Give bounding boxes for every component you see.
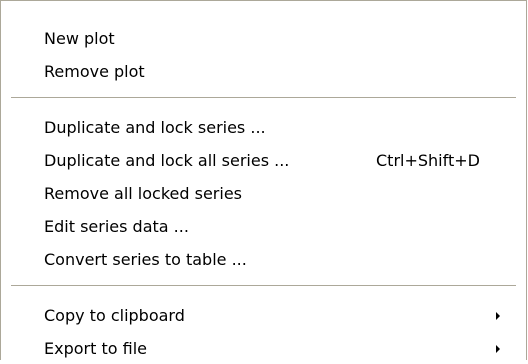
menu-item-copy-to-clipboard[interactable]: Copy to clipboard	[1, 301, 526, 331]
menu-item-label: Edit series data ...	[44, 217, 189, 236]
menu-item-label: Export to file	[44, 339, 147, 358]
menu-separator	[11, 285, 516, 287]
menu-item-export-to-file[interactable]: Export to file	[1, 334, 526, 364]
menu-item-duplicate-lock-series[interactable]: Duplicate and lock series ...	[1, 113, 526, 143]
menu-item-remove-locked-series[interactable]: Remove all locked series	[1, 179, 526, 209]
menu-item-label: Copy to clipboard	[44, 306, 185, 325]
menu-item-shortcut: Ctrl+Shift+D	[376, 151, 480, 170]
menu-item-edit-series-data[interactable]: Edit series data ...	[1, 212, 526, 242]
menu-item-label: Remove plot	[44, 62, 145, 81]
context-menu: New plot Remove plot Duplicate and lock …	[0, 0, 527, 360]
menu-item-convert-series-table[interactable]: Convert series to table ...	[1, 245, 526, 275]
submenu-arrow-icon	[496, 345, 500, 353]
menu-item-label: New plot	[44, 29, 115, 48]
menu-item-duplicate-lock-all-series[interactable]: Duplicate and lock all series ... Ctrl+S…	[1, 146, 526, 176]
submenu-arrow-icon	[496, 312, 500, 320]
menu-item-label: Remove all locked series	[44, 184, 242, 203]
menu-item-label: Duplicate and lock all series ...	[44, 151, 290, 170]
menu-item-label: Convert series to table ...	[44, 250, 247, 269]
menu-item-remove-plot[interactable]: Remove plot	[1, 57, 526, 87]
menu-item-new-plot[interactable]: New plot	[1, 24, 526, 54]
menu-separator	[11, 97, 516, 99]
menu-item-label: Duplicate and lock series ...	[44, 118, 266, 137]
